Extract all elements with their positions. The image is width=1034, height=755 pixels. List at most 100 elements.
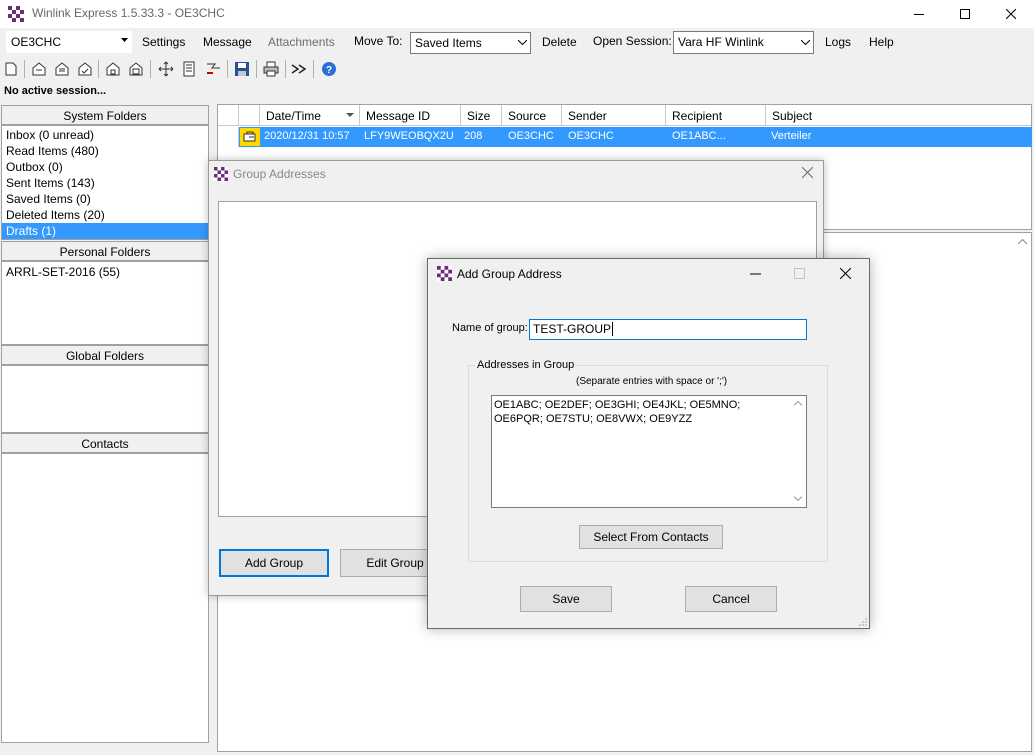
folder-saved-items[interactable]: Saved Items (0) xyxy=(2,191,208,207)
menu-message[interactable]: Message xyxy=(203,35,252,49)
toolbar-separator xyxy=(313,60,314,78)
app-icon xyxy=(437,266,452,281)
menu-delete[interactable]: Delete xyxy=(542,35,577,49)
reply-all-icon[interactable] xyxy=(53,60,71,78)
column-sender[interactable]: Sender xyxy=(562,105,666,126)
minimize-button[interactable] xyxy=(896,0,942,28)
sort-icon[interactable] xyxy=(204,60,222,78)
folder-drafts[interactable]: Drafts (1) xyxy=(2,223,208,239)
folder-deleted-items[interactable]: Deleted Items (20) xyxy=(2,207,208,223)
window-title: Winlink Express 1.5.33.3 - OE3CHC xyxy=(32,6,225,20)
draft-icon xyxy=(240,128,260,146)
group-name-value: TEST-GROUP xyxy=(533,322,612,336)
folder-inbox[interactable]: Inbox (0 unread) xyxy=(2,127,208,143)
folder-sent-items[interactable]: Sent Items (143) xyxy=(2,175,208,191)
cell-date-time: 2020/12/31 10:57 xyxy=(264,130,350,142)
session-type-select[interactable]: Vara HF Winlink xyxy=(673,31,814,54)
dialog-title: Group Addresses xyxy=(233,167,326,181)
contacts-list xyxy=(1,453,209,743)
app-icon xyxy=(214,167,228,181)
system-folders-header: System Folders xyxy=(1,105,209,125)
callsign-select[interactable]: OE3CHC xyxy=(6,31,132,53)
menu-attachments[interactable]: Attachments xyxy=(268,35,335,49)
title-bar: Winlink Express 1.5.33.3 - OE3CHC xyxy=(0,0,1034,28)
folder-arrl-set-2016[interactable]: ARRL-SET-2016 (55) xyxy=(2,264,208,280)
system-folders-list: Inbox (0 unread) Read Items (480) Outbox… xyxy=(1,125,209,240)
mark-read-icon[interactable] xyxy=(104,60,122,78)
addresses-legend: Addresses in Group xyxy=(475,359,577,371)
column-date-time[interactable]: Date/Time xyxy=(260,105,360,126)
notes-icon[interactable] xyxy=(180,60,198,78)
scroll-up-icon xyxy=(794,401,802,406)
folder-read-items[interactable]: Read Items (480) xyxy=(2,143,208,159)
move-to-select[interactable]: Saved Items xyxy=(410,32,531,54)
row-flag-cell xyxy=(219,127,239,147)
group-name-label: Name of group: xyxy=(452,322,528,334)
cell-message-id: LFY9WEOBQX2U xyxy=(364,130,454,142)
personal-folders-header: Personal Folders xyxy=(1,241,209,261)
scroll-up-icon xyxy=(1018,239,1027,245)
addresses-textarea[interactable]: OE1ABC; OE2DEF; OE3GHI; OE4JKL; OE5MNO; … xyxy=(491,395,807,508)
column-source[interactable]: Source xyxy=(502,105,562,126)
session-type-value: Vara HF Winlink xyxy=(678,35,764,49)
move-to-value: Saved Items xyxy=(415,36,482,50)
close-icon[interactable] xyxy=(840,268,851,279)
group-name-input[interactable]: TEST-GROUP xyxy=(529,319,807,340)
chevron-down-icon xyxy=(518,40,527,45)
menu-help[interactable]: Help xyxy=(869,35,894,49)
column-flag[interactable] xyxy=(218,105,239,126)
sort-desc-icon xyxy=(346,113,354,117)
move-icon[interactable] xyxy=(157,60,175,78)
add-group-button[interactable]: Add Group xyxy=(219,549,329,577)
toolbar-separator xyxy=(150,60,151,78)
column-size[interactable]: Size xyxy=(461,105,502,126)
column-recipient[interactable]: Recipient xyxy=(666,105,766,126)
minimize-icon[interactable] xyxy=(750,268,761,279)
svg-text:?: ? xyxy=(326,65,332,76)
column-message-id[interactable]: Message ID xyxy=(360,105,461,126)
new-message-icon[interactable] xyxy=(2,60,20,78)
help-icon[interactable]: ? xyxy=(320,60,338,78)
menu-settings[interactable]: Settings xyxy=(142,35,185,49)
save-button[interactable]: Save xyxy=(520,586,612,612)
save-icon[interactable] xyxy=(233,60,251,78)
app-icon xyxy=(8,6,24,22)
toolbar-separator xyxy=(256,60,257,78)
cell-sender: OE3CHC xyxy=(568,130,614,142)
column-subject[interactable]: Subject xyxy=(766,105,1031,126)
folder-outbox[interactable]: Outbox (0) xyxy=(2,159,208,175)
cell-subject: Verteiler xyxy=(771,130,812,142)
addresses-scrollbar[interactable] xyxy=(791,397,805,506)
cell-source: OE3CHC xyxy=(508,130,554,142)
personal-folders-list: ARRL-SET-2016 (55) xyxy=(1,261,209,345)
cancel-button[interactable]: Cancel xyxy=(685,586,777,612)
table-row[interactable]: 2020/12/31 10:57 LFY9WEOBQX2U 208 OE3CHC… xyxy=(219,127,1032,147)
open-session-label: Open Session: xyxy=(593,34,672,48)
move-to-label: Move To: xyxy=(354,34,403,48)
toolbar-separator xyxy=(98,60,99,78)
maximize-button[interactable] xyxy=(942,0,988,28)
dialog-title: Add Group Address xyxy=(457,267,562,281)
separator-hint: (Separate entries with space or ';') xyxy=(576,376,728,387)
scroll-down-icon xyxy=(794,496,802,501)
resize-grip-icon[interactable] xyxy=(859,618,867,626)
contacts-header: Contacts xyxy=(1,433,209,453)
print-icon[interactable] xyxy=(262,60,280,78)
reply-icon[interactable] xyxy=(30,60,48,78)
global-folders-list xyxy=(1,365,209,433)
addresses-value: OE1ABC; OE2DEF; OE3GHI; OE4JKL; OE5MNO; … xyxy=(494,399,741,425)
forward-icon[interactable] xyxy=(76,60,94,78)
connect-icon[interactable] xyxy=(290,60,308,78)
cell-recipient: OE1ABC... xyxy=(672,130,726,142)
close-icon[interactable] xyxy=(802,167,813,178)
chevron-down-icon xyxy=(801,40,810,45)
column-icon[interactable] xyxy=(239,105,260,126)
toolbar-separator xyxy=(285,60,286,78)
toolbar-separator xyxy=(24,60,25,78)
toolbar-separator xyxy=(227,60,228,78)
mark-unread-icon[interactable] xyxy=(127,60,145,78)
close-button[interactable] xyxy=(988,0,1034,28)
select-from-contacts-button[interactable]: Select From Contacts xyxy=(579,525,723,549)
toolbar: ? xyxy=(0,57,1034,81)
menu-logs[interactable]: Logs xyxy=(825,35,851,49)
